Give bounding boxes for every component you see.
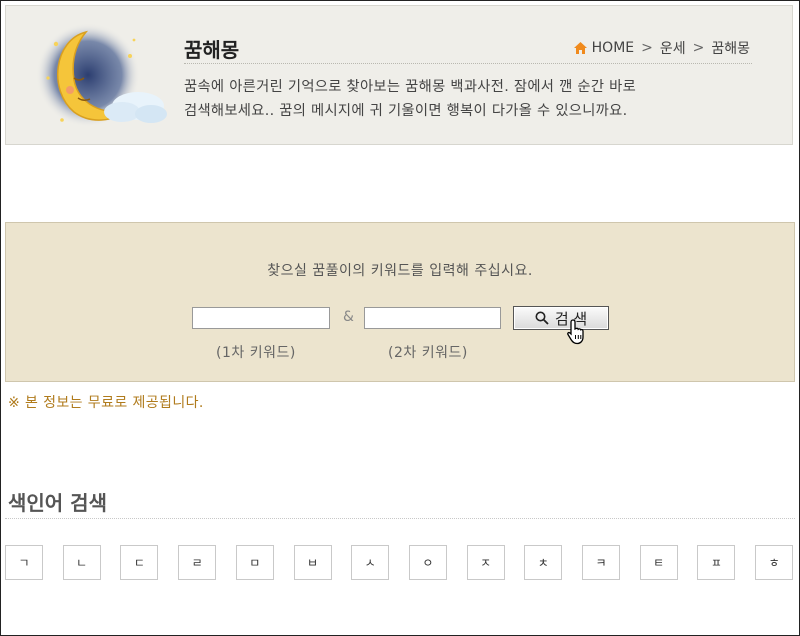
breadcrumb-separator-icon: > — [692, 40, 705, 56]
description-line: 꿈속에 아른거린 기억으로 찾아보는 꿈해몽 백과사전. 잠에서 깬 순간 바로 — [184, 79, 637, 95]
search-button[interactable]: 검 색 — [513, 306, 609, 330]
ampersand-label: & — [343, 309, 354, 325]
index-key-button[interactable]: ㅎ — [755, 545, 794, 580]
index-key-button[interactable]: ㅅ — [351, 545, 390, 580]
search-panel: 찾으실 꿈풀이의 키워드를 입력해 주십시요. & 검 색 (1차 키워드) (… — [5, 222, 795, 382]
magnifier-icon — [535, 311, 549, 325]
breadcrumb: HOME > 운세 > 꿈해몽 — [573, 38, 750, 58]
index-key-button[interactable]: ㅋ — [582, 545, 620, 580]
description-line: 검색해보세요.. 꿈의 메시지에 귀 기울이면 행복이 다가올 수 있으니까요. — [184, 103, 628, 119]
page-description: 꿈속에 아른거린 기억으로 찾아보는 꿈해몽 백과사전. 잠에서 깬 순간 바로… — [184, 75, 764, 123]
title-divider — [184, 63, 752, 64]
breadcrumb-home-link[interactable]: HOME — [592, 40, 634, 56]
header-box: 꿈해몽 HOME > 운세 > 꿈해몽 꿈속에 아른거린 기억으로 찾아보는 꿈… — [5, 5, 793, 145]
index-key-button[interactable]: ㄷ — [120, 545, 159, 580]
breadcrumb-fortune-link[interactable]: 운세 — [660, 38, 686, 58]
hand-cursor-icon — [567, 319, 584, 345]
keyword2-input[interactable] — [364, 307, 501, 329]
moon-illustration-icon — [36, 23, 167, 127]
index-key-button[interactable]: ㅊ — [524, 545, 563, 580]
breadcrumb-current: 꿈해몽 — [711, 41, 750, 57]
index-key-button[interactable]: ㄱ — [5, 545, 43, 580]
index-key-button[interactable]: ㅌ — [639, 545, 678, 580]
page-title: 꿈해몽 — [184, 38, 240, 62]
free-info-notice: ※ 본 정보는 무료로 제공됩니다. — [8, 395, 204, 411]
index-search-title: 색인어 검색 — [8, 491, 107, 515]
index-key-button[interactable]: ㅍ — [697, 545, 736, 580]
index-divider — [5, 518, 795, 519]
index-key-button[interactable]: ㄹ — [178, 545, 217, 580]
search-prompt: 찾으실 꿈풀이의 키워드를 입력해 주십시요. — [267, 263, 533, 279]
index-key-button[interactable]: ㄴ — [62, 545, 101, 580]
keyword2-label: (2차 키워드) — [388, 345, 468, 361]
index-key-button[interactable]: ㅈ — [466, 545, 505, 580]
consonant-index-bar: ㄱ ㄴ ㄷ ㄹ ㅁ ㅂ ㅅ ㅇ ㅈ ㅊ ㅋ ㅌ ㅍ ㅎ — [5, 545, 795, 581]
keyword1-input[interactable] — [192, 307, 330, 329]
index-key-button[interactable]: ㅂ — [293, 545, 332, 580]
index-key-button[interactable]: ㅇ — [408, 545, 447, 580]
home-icon — [573, 42, 587, 54]
index-key-button[interactable]: ㅁ — [235, 545, 274, 580]
keyword1-label: (1차 키워드) — [216, 345, 296, 361]
breadcrumb-separator-icon: > — [641, 40, 653, 56]
